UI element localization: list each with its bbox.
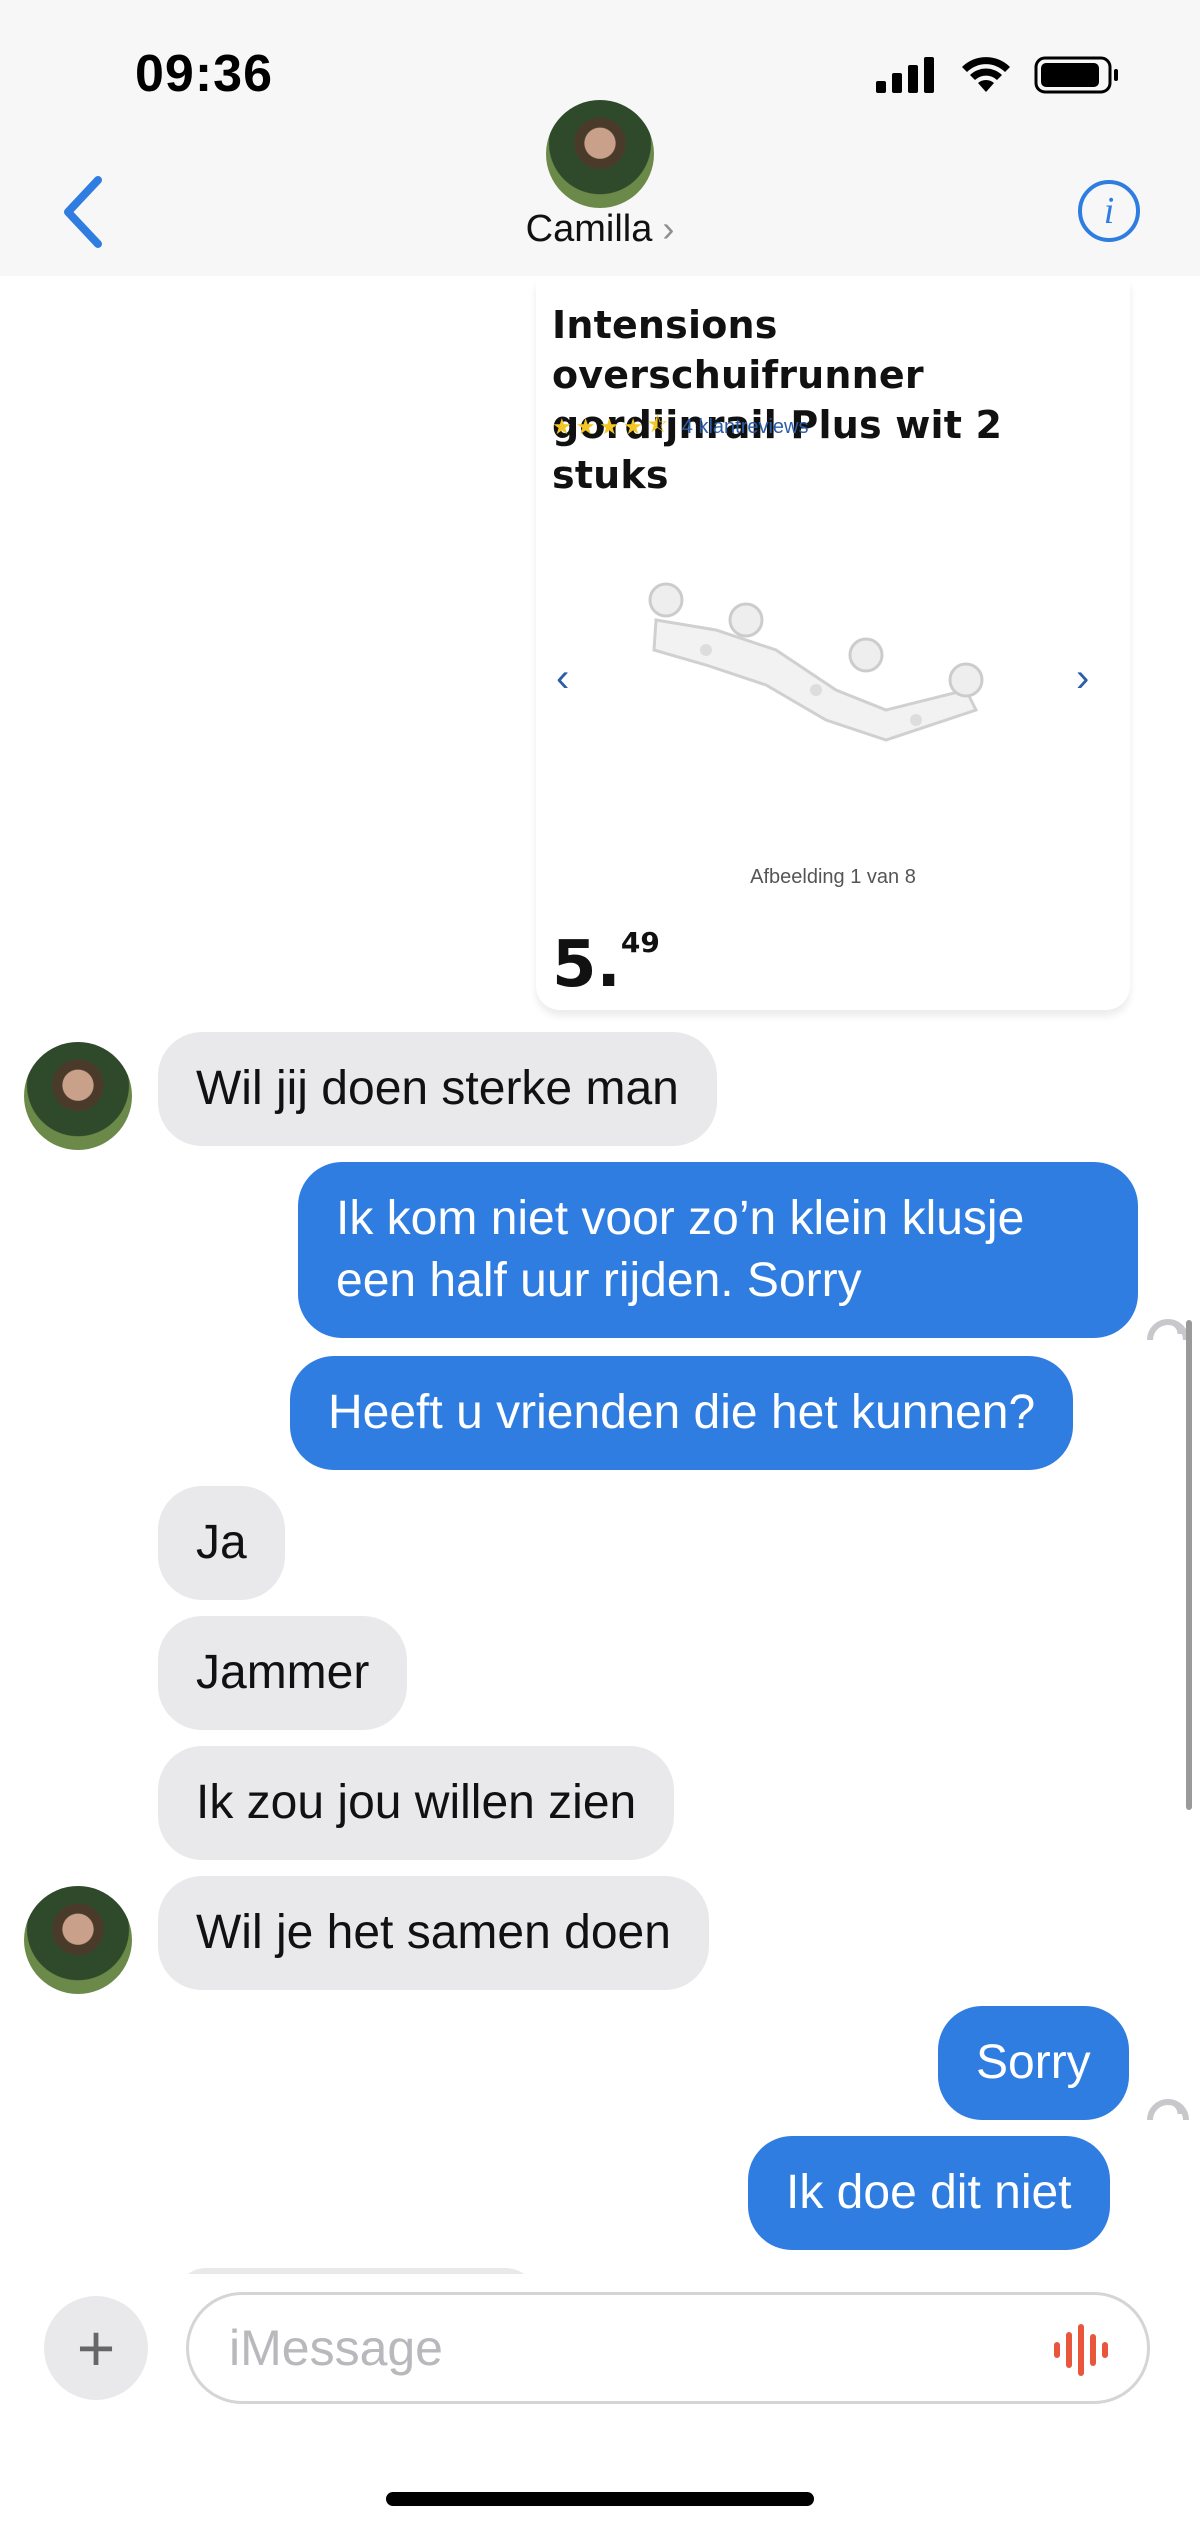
curtain-runner-image bbox=[648, 582, 984, 742]
half-star-icon: ⯪ bbox=[646, 412, 668, 437]
message-bubble-incoming[interactable]: Ik zou jou willen zien bbox=[158, 1746, 675, 1860]
message-bubble-outgoing[interactable]: Ik doe dit niet bbox=[748, 2136, 1110, 2250]
star-icon: ★ bbox=[552, 414, 572, 439]
wifi-icon bbox=[962, 57, 1010, 92]
star-icon: ★ bbox=[575, 414, 596, 439]
product-preview-card[interactable]: Intensions overschuifrunner gordijnrail … bbox=[536, 280, 1130, 1010]
product-price: 5.49 bbox=[552, 926, 660, 1002]
review-count: 4 klantreviews bbox=[681, 415, 809, 438]
message-bubble-incoming[interactable]: Ja bbox=[158, 1486, 285, 1600]
status-icons bbox=[876, 56, 1120, 94]
contact-avatar[interactable] bbox=[546, 100, 654, 208]
read-receipt-icon bbox=[1147, 1319, 1189, 1341]
message-bubble-incoming[interactable]: Jammer bbox=[158, 1616, 408, 1730]
status-time: 09:36 bbox=[135, 45, 273, 103]
price-cents: 49 bbox=[620, 926, 660, 959]
star-icon: ★ bbox=[623, 414, 643, 439]
message-input[interactable] bbox=[186, 2292, 1150, 2404]
plus-icon[interactable]: + bbox=[44, 2296, 148, 2400]
price-main: 5. bbox=[552, 928, 621, 1002]
home-indicator[interactable] bbox=[386, 2492, 814, 2506]
sender-avatar[interactable] bbox=[24, 1042, 132, 1150]
image-caption: Afbeelding 1 van 8 bbox=[750, 866, 916, 888]
info-icon[interactable]: i bbox=[1078, 180, 1140, 242]
product-title: Intensions overschuifrunner gordijnrail … bbox=[552, 303, 1003, 497]
sender-avatar[interactable] bbox=[24, 1886, 132, 1994]
message-bubble-incoming[interactable]: Wil je het samen doen bbox=[158, 1876, 709, 1990]
chevron-right-icon[interactable]: › bbox=[1076, 656, 1089, 701]
message-bubble-incoming[interactable]: Wil jij doen sterke man bbox=[158, 1032, 717, 1146]
audio-waveform-icon[interactable] bbox=[1052, 2322, 1114, 2378]
contact-name-label: Camilla bbox=[525, 208, 653, 250]
cellular-signal-icon bbox=[876, 57, 934, 93]
star-icon: ★ bbox=[599, 414, 620, 439]
message-bubble-outgoing[interactable]: Ik kom niet voor zo’n klein klusje een h… bbox=[298, 1162, 1138, 1338]
read-receipt-icon bbox=[1147, 2099, 1189, 2121]
battery-icon bbox=[1034, 56, 1118, 94]
message-bubble-outgoing[interactable]: Sorry bbox=[938, 2006, 1129, 2120]
chevron-right-icon: › bbox=[662, 208, 675, 249]
scrollbar[interactable] bbox=[1186, 1320, 1192, 1810]
chevron-left-icon[interactable]: ‹ bbox=[556, 656, 569, 701]
contact-name[interactable]: Camilla › bbox=[0, 208, 1200, 251]
product-rating: ★ ★ ★ ★ ⯪ 4 klantreviews bbox=[552, 408, 809, 446]
message-bubble-outgoing[interactable]: Heeft u vrienden die het kunnen? bbox=[290, 1356, 1074, 1470]
